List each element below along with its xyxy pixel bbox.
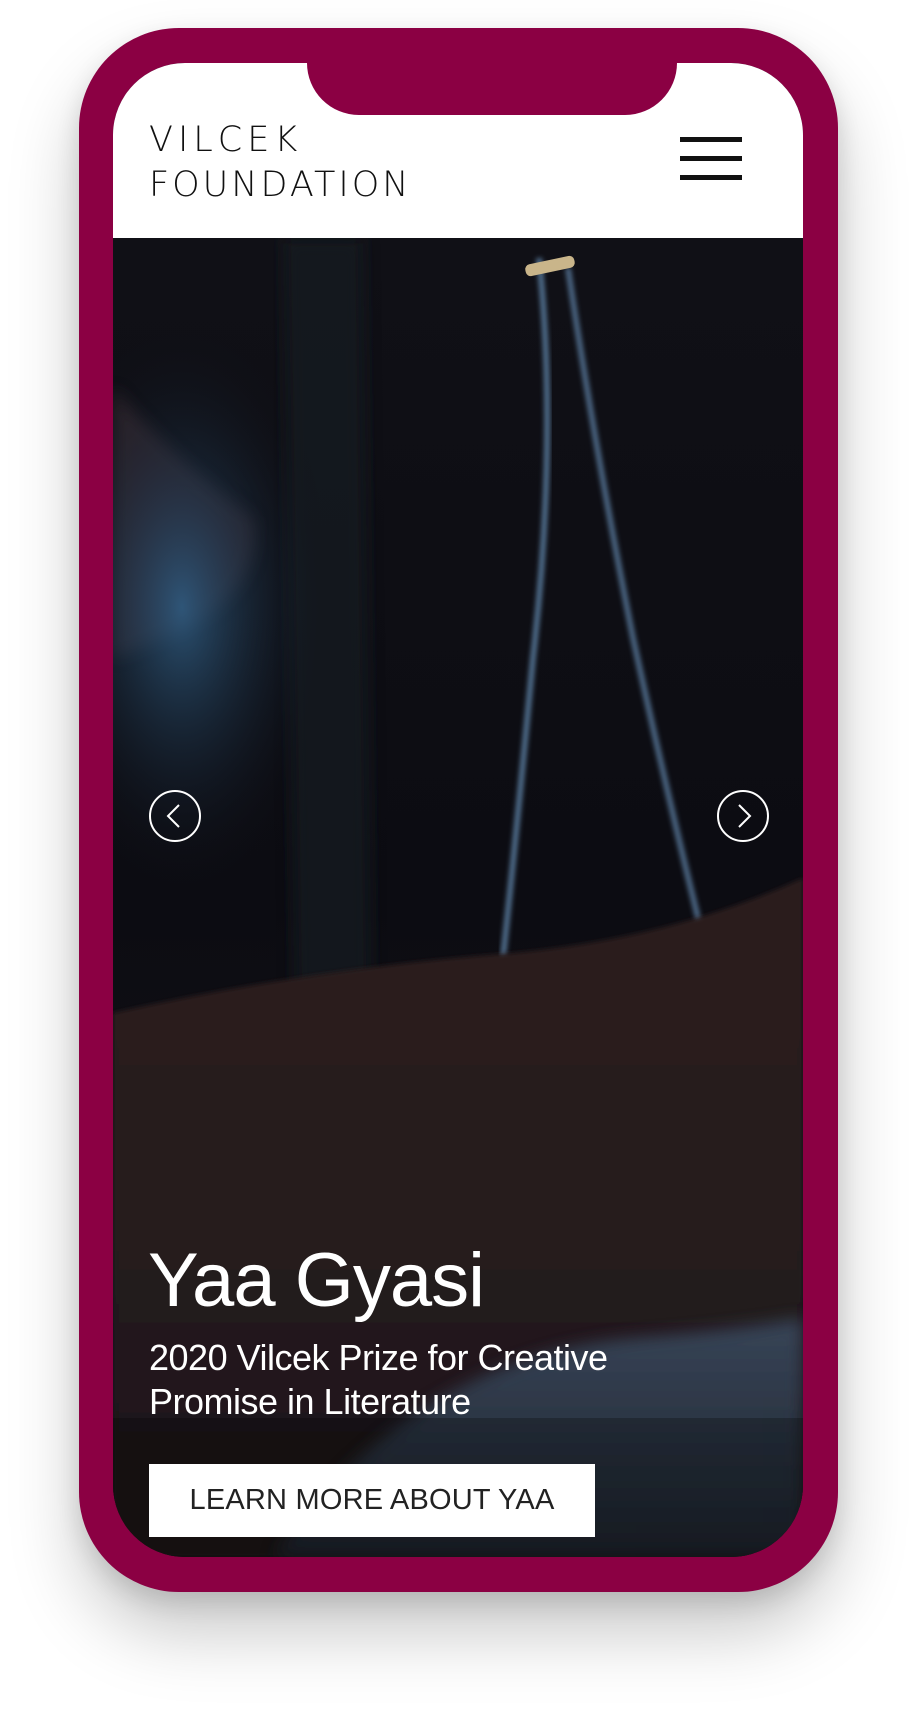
vilcek-foundation-logo[interactable]: VILCEK FOUNDATION	[149, 119, 479, 205]
carousel-prev-button[interactable]	[149, 790, 201, 842]
slide-title: Yaa Gyasi	[148, 1238, 485, 1323]
menu-bar	[680, 156, 742, 161]
chevron-left-icon	[166, 804, 180, 828]
device-mockup-stage: VILCEK FOUNDATION Yaa Gyasi 2020 Vilcek …	[0, 0, 916, 1720]
phone-frame: VILCEK FOUNDATION Yaa Gyasi 2020 Vilcek …	[79, 28, 838, 1592]
menu-bar	[680, 175, 742, 180]
hamburger-menu-icon[interactable]	[680, 137, 742, 181]
phone-screen: VILCEK FOUNDATION Yaa Gyasi 2020 Vilcek …	[113, 63, 803, 1557]
logo-line-1: VILCEK	[149, 120, 302, 160]
learn-more-button[interactable]: LEARN MORE ABOUT YAA	[149, 1464, 595, 1537]
slide-subtitle: 2020 Vilcek Prize for Creative Promise i…	[149, 1337, 608, 1422]
chevron-right-icon	[738, 804, 752, 828]
menu-bar	[680, 137, 742, 142]
logo-line-2: FOUNDATION	[149, 165, 411, 199]
hero-carousel: Yaa Gyasi 2020 Vilcek Prize for Creative…	[113, 238, 803, 1557]
carousel-next-button[interactable]	[717, 790, 769, 842]
phone-notch	[307, 63, 677, 115]
